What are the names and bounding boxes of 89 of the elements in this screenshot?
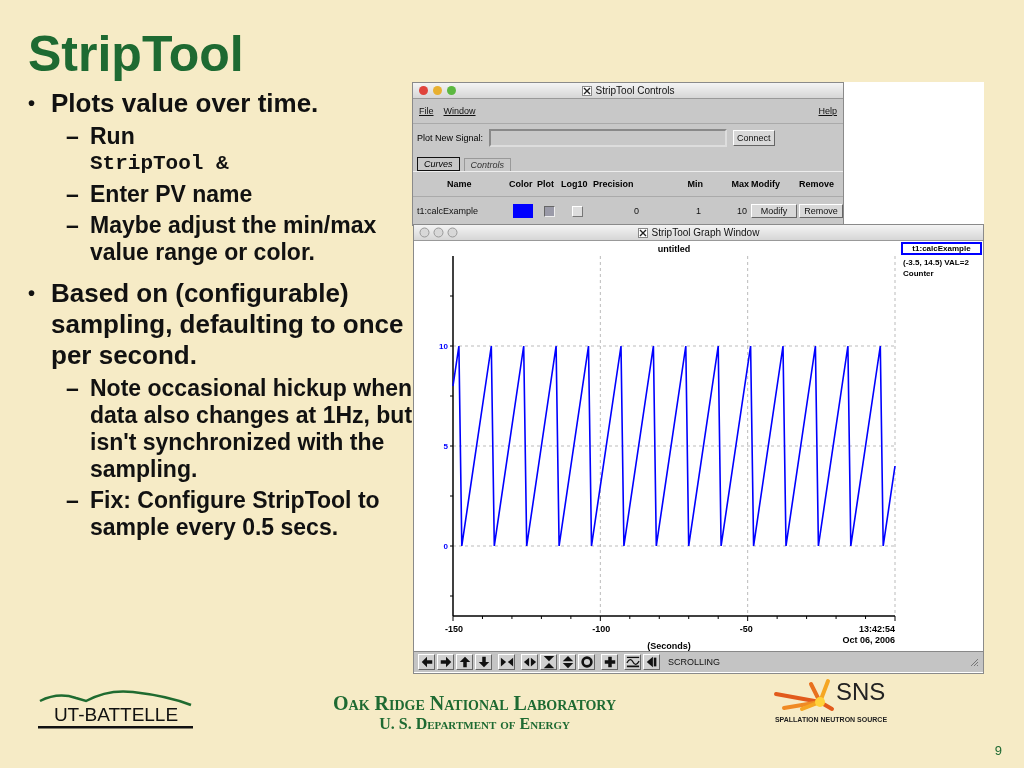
column-header: Modify	[751, 179, 781, 189]
zoom-out-x-button[interactable]	[521, 654, 538, 670]
legend-description: Counter	[903, 269, 934, 278]
signal-input-field[interactable]	[489, 129, 728, 147]
scroll-back-button[interactable]	[643, 654, 660, 670]
modify-button[interactable]: Modify	[751, 204, 797, 218]
left-arrow-bar-icon	[644, 655, 659, 669]
bullet-text: Enter PV name	[90, 181, 253, 208]
window-title: StripTool Controls	[595, 85, 675, 96]
column-header: Name	[446, 179, 473, 189]
command-text: StripTool &	[90, 151, 229, 177]
zoom-out-y-button[interactable]	[559, 654, 576, 670]
x-logo-icon	[637, 227, 648, 238]
checkbox[interactable]	[543, 205, 555, 217]
x-tick-label: -50	[739, 624, 753, 634]
remove-button[interactable]: Remove	[799, 204, 843, 218]
add-button[interactable]	[601, 654, 618, 670]
resize-grip-icon[interactable]	[969, 657, 979, 667]
menu-item[interactable]: File	[419, 106, 434, 116]
left-arrow-icon	[419, 655, 434, 669]
y-tick-label: 5	[443, 442, 448, 451]
department-name: U. S. Department of Energy	[379, 715, 570, 733]
bullet-text: Plots value over time.	[51, 88, 319, 119]
menu-item[interactable]: Help	[818, 106, 837, 116]
list-marker: –	[66, 487, 80, 515]
bullet-text: Note occasional hickup when data also changes at 1Hz, but isn't synchronized with the sampling.	[90, 375, 414, 483]
ut-battelle-logo: UT-BATTELLE	[38, 688, 193, 730]
plus-icon	[602, 655, 617, 669]
menu-item[interactable]: Window	[443, 106, 476, 116]
window-title: StripTool Graph Window	[651, 227, 760, 238]
column-header: Min	[686, 179, 704, 189]
time-label: 13:42:54	[858, 624, 895, 634]
column-header: Color	[509, 179, 534, 189]
column-header: Precision	[593, 179, 635, 189]
column-header: Max	[730, 179, 750, 189]
table-cell-text: 0	[633, 206, 640, 216]
tab[interactable]: Curves	[417, 157, 460, 171]
window-buttons-icon[interactable]	[418, 85, 458, 96]
bullet-text: Run	[90, 123, 135, 150]
table-cell-text: t1:calcExample	[417, 206, 480, 216]
list-marker: –	[66, 212, 80, 240]
color-swatch[interactable]	[513, 204, 533, 218]
column-header: Remove	[799, 179, 835, 189]
list-marker: –	[66, 123, 80, 151]
page-number: 9	[994, 743, 1002, 758]
bullet-text: Fix: Configure StripTool to sample every 0.5 secs.	[90, 487, 381, 541]
field-label: Plot New Signal:	[417, 133, 484, 143]
wave-icon	[625, 655, 640, 669]
right-arrow-icon	[438, 655, 453, 669]
x-tick-label: -100	[592, 624, 611, 634]
laboratory-name: Oak Ridge National Laboratory	[333, 692, 617, 715]
legend-name[interactable]: t1:calcExample	[901, 242, 982, 255]
slide-title: StripTool	[27, 25, 245, 82]
x-tick-label: -150	[445, 624, 463, 634]
inward-arrows-icon	[499, 655, 514, 669]
chart-title: untitled	[657, 244, 691, 254]
hourglass-icon	[541, 655, 556, 669]
list-marker: –	[66, 181, 80, 208]
y-tick-label: 10	[439, 342, 448, 351]
status-text: SCROLLING	[668, 657, 720, 667]
up-arrow-icon	[457, 655, 472, 669]
x-axis-title: (Seconds)	[647, 641, 691, 651]
ring-icon	[579, 655, 594, 669]
tab[interactable]: Controls	[463, 158, 512, 171]
connect-button[interactable]: Connect	[733, 130, 775, 146]
table-cell-text: 1	[695, 206, 702, 216]
table-cell-text: 10	[736, 206, 748, 216]
graph-mode-button[interactable]	[624, 654, 641, 670]
pan-up-button[interactable]	[456, 654, 473, 670]
legend-range: (-3.5, 14.5) VAL=2	[903, 258, 969, 267]
x-logo-icon	[581, 85, 592, 96]
list-marker: •	[28, 91, 36, 116]
pan-left-button[interactable]	[418, 654, 435, 670]
auto-scale-button[interactable]	[578, 654, 595, 670]
bullet-text: Maybe adjust the min/max value range or color.	[90, 212, 378, 266]
pan-right-button[interactable]	[437, 654, 454, 670]
down-arrow-icon	[476, 655, 491, 669]
outward-arrows-icon	[522, 655, 537, 669]
zoom-in-y-button[interactable]	[540, 654, 557, 670]
list-marker: •	[28, 281, 36, 306]
pan-down-button[interactable]	[475, 654, 492, 670]
column-header: Log10	[561, 179, 589, 189]
y-tick-label: 0	[443, 542, 448, 551]
list-marker: –	[66, 375, 80, 403]
date-label: Oct 06, 2006	[842, 635, 895, 645]
column-header: Plot	[537, 179, 555, 189]
bullet-text: Based on (configurable) sampling, defaulting to once per second.	[51, 278, 405, 371]
up-down-arrows-icon	[560, 655, 575, 669]
zoom-in-x-button[interactable]	[498, 654, 515, 670]
